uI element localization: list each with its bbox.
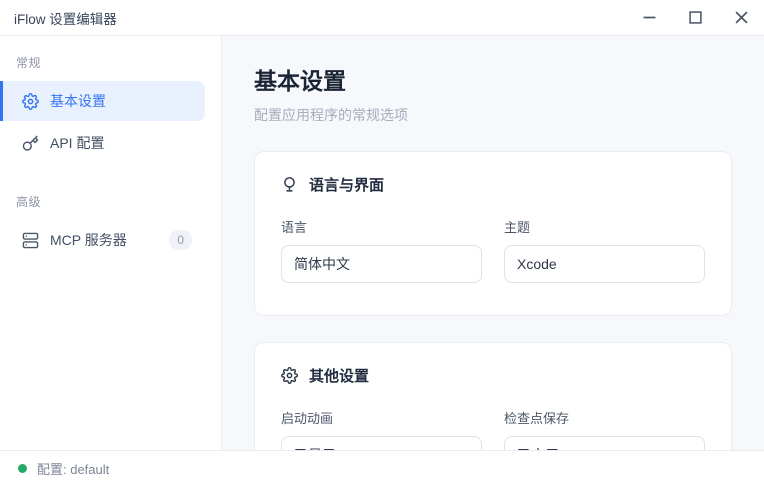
key-icon (22, 135, 39, 152)
title-bar: iFlow 设置编辑器 (0, 0, 764, 36)
field-startup-animation: 启动动画 已显示 (281, 408, 482, 450)
field-label: 启动动画 (281, 408, 482, 427)
minimize-icon (643, 11, 656, 24)
close-button[interactable] (718, 0, 764, 35)
maximize-icon (689, 11, 702, 24)
card-header: 其他设置 (281, 365, 705, 386)
card-other-settings: 其他设置 启动动画 已显示 检查点保存 已启用 (254, 342, 732, 450)
sidebar: 常规 基本设置 API 配置 高级 (0, 36, 222, 450)
server-icon (22, 232, 39, 249)
fields-grid: 语言 简体中文 主题 Xcode (281, 217, 705, 283)
sidebar-item-basic-settings[interactable]: 基本设置 (0, 81, 205, 121)
field-label: 语言 (281, 217, 482, 236)
window-title: iFlow 设置编辑器 (14, 8, 117, 28)
sidebar-item-label: MCP 服务器 (50, 230, 127, 250)
status-bar: 配置: default (0, 450, 764, 485)
field-checkpoint-save: 检查点保存 已启用 (504, 408, 705, 450)
window-controls (626, 0, 764, 35)
gear-icon (281, 367, 298, 384)
card-title: 其他设置 (309, 365, 369, 386)
status-config-label: 配置: default (37, 459, 109, 478)
sidebar-item-label: API 配置 (50, 133, 104, 153)
theme-select-value: Xcode (517, 256, 557, 272)
language-select[interactable]: 简体中文 (281, 245, 482, 283)
mcp-count-badge: 0 (169, 230, 192, 250)
theme-select[interactable]: Xcode (504, 245, 705, 283)
maximize-button[interactable] (672, 0, 718, 35)
app-window: iFlow 设置编辑器 常规 基本设置 (0, 0, 764, 485)
checkpoint-save-select[interactable]: 已启用 (504, 436, 705, 450)
sidebar-item-api-config[interactable]: API 配置 (0, 123, 205, 163)
page-subtitle: 配置应用程序的常规选项 (254, 105, 732, 125)
card-title: 语言与界面 (309, 174, 384, 195)
sidebar-section-general: 常规 (0, 54, 221, 71)
gear-icon (22, 93, 39, 110)
fields-grid: 启动动画 已显示 检查点保存 已启用 (281, 408, 705, 450)
language-select-value: 简体中文 (294, 254, 350, 274)
field-label: 检查点保存 (504, 408, 705, 427)
status-dot-icon (18, 464, 27, 473)
field-language: 语言 简体中文 (281, 217, 482, 283)
main-content: 基本设置 配置应用程序的常规选项 语言与界面 语言 简体中文 (222, 36, 764, 450)
globe-stand-icon (281, 176, 298, 193)
sidebar-item-mcp-servers[interactable]: MCP 服务器 0 (0, 220, 205, 260)
minimize-button[interactable] (626, 0, 672, 35)
card-header: 语言与界面 (281, 174, 705, 195)
field-theme: 主题 Xcode (504, 217, 705, 283)
field-label: 主题 (504, 217, 705, 236)
close-icon (735, 11, 748, 24)
page-title: 基本设置 (254, 62, 732, 96)
card-language-interface: 语言与界面 语言 简体中文 主题 Xcode (254, 151, 732, 316)
startup-animation-select[interactable]: 已显示 (281, 436, 482, 450)
sidebar-item-label: 基本设置 (50, 91, 106, 111)
sidebar-section-advanced: 高级 (0, 193, 221, 210)
